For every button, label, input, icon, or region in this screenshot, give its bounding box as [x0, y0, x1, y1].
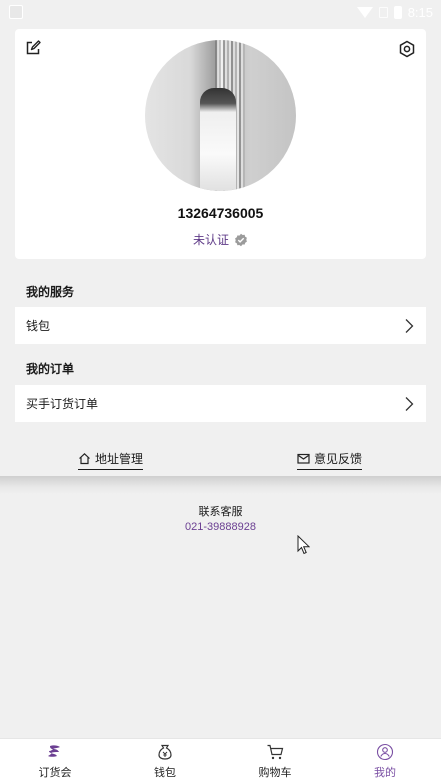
chevron-right-icon: [405, 318, 414, 333]
address-management-label: 地址管理: [95, 452, 144, 466]
mail-icon: [297, 453, 310, 464]
buyer-orders-row-label: 买手订货订单: [26, 397, 99, 411]
signal-icon: [378, 6, 388, 18]
wallet-icon: [158, 744, 172, 760]
address-management-link[interactable]: 地址管理: [78, 450, 144, 470]
section-divider: [0, 476, 441, 494]
tab-wallet-label: 钱包: [154, 766, 176, 779]
verify-status-label: 未认证: [192, 233, 229, 247]
edit-icon[interactable]: [25, 40, 41, 56]
mouse-cursor-icon: [297, 535, 310, 555]
tab-mine-label: 我的: [374, 766, 396, 779]
home-icon: [79, 452, 90, 465]
wallet-row-label: 钱包: [26, 319, 51, 333]
buyer-orders-row[interactable]: 买手订货订单: [15, 385, 426, 422]
tab-cart[interactable]: 购物车: [245, 743, 305, 780]
status-time: 8:15: [407, 4, 433, 20]
tab-cart-label: 购物车: [258, 766, 292, 779]
verify-status[interactable]: 未认证: [15, 231, 426, 248]
user-icon: [376, 743, 394, 761]
customer-service-label: 联系客服: [198, 505, 243, 518]
user-phone: 13264736005: [177, 205, 264, 221]
feedback-label: 意见反馈: [314, 452, 363, 466]
wallet-row[interactable]: 钱包: [15, 307, 426, 344]
quick-links: 地址管理 意见反馈: [0, 438, 441, 476]
feedback-link[interactable]: 意见反馈: [297, 450, 363, 470]
tab-order-fair[interactable]: 订货会: [25, 743, 85, 780]
cart-icon: [267, 744, 284, 760]
status-bar: 8:15: [0, 0, 441, 24]
verified-badge-icon: [235, 233, 247, 246]
notification-icon: [9, 5, 23, 19]
chevron-right-icon: [405, 396, 414, 411]
settings-icon[interactable]: [398, 40, 416, 58]
status-indicators: 8:15: [356, 4, 433, 20]
tab-wallet[interactable]: 钱包: [135, 743, 195, 780]
tab-order-fair-label: 订货会: [38, 766, 72, 779]
wifi-icon: [356, 6, 373, 18]
customer-service-phone[interactable]: 021-39888928: [0, 521, 441, 533]
orders-section-title: 我的订单: [26, 362, 75, 376]
profile-card: 13264736005 未认证: [15, 29, 426, 259]
services-section-title: 我的服务: [26, 285, 75, 299]
tab-mine[interactable]: 我的: [355, 743, 415, 780]
battery-icon: [393, 5, 402, 19]
avatar[interactable]: [145, 40, 296, 191]
avatar-figure: [200, 88, 236, 191]
bottom-tab-bar: 订货会 钱包 购物车 我的: [0, 738, 441, 784]
dragon-logo-icon: [48, 745, 60, 757]
